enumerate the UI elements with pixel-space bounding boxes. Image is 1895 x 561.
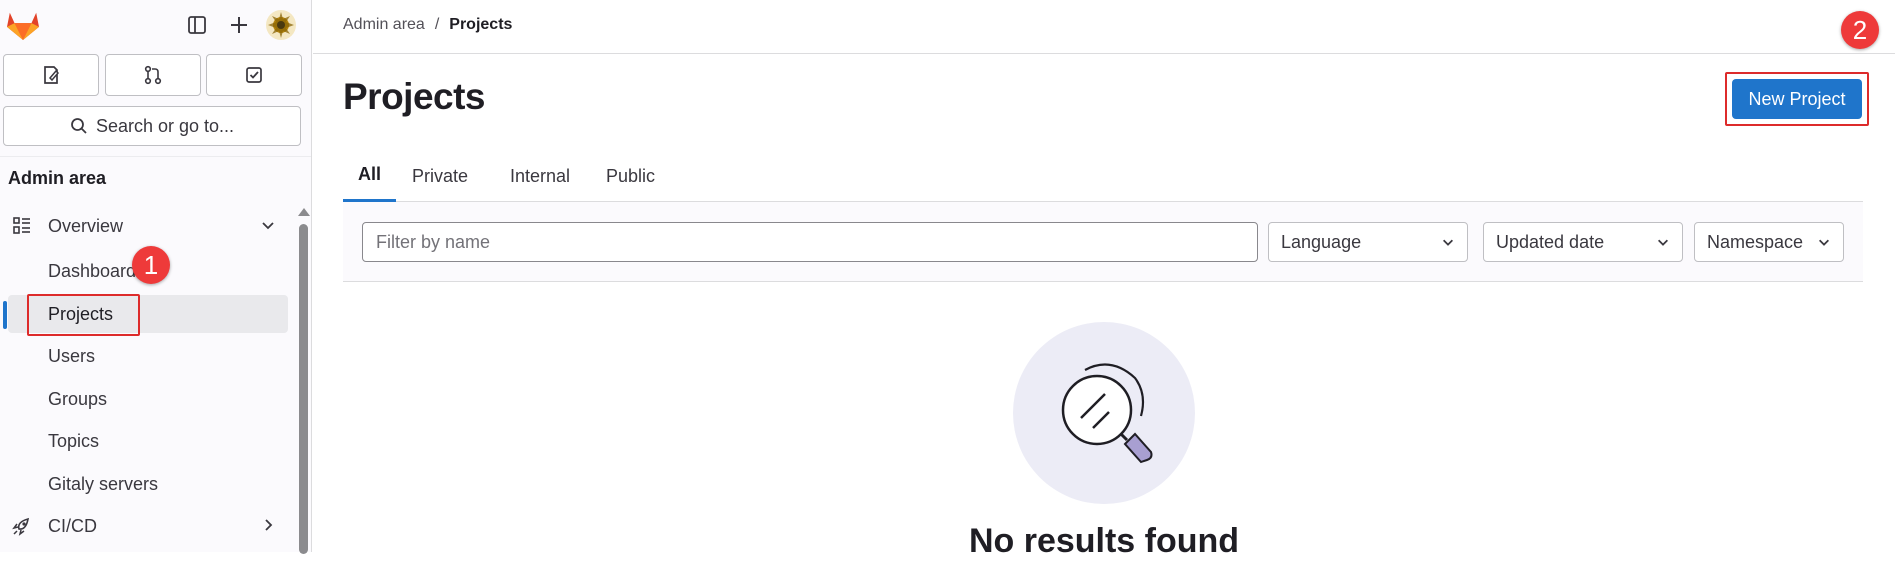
active-indicator (3, 301, 7, 329)
search-button-label: Search or go to... (95, 115, 235, 136)
issues-icon (44, 66, 60, 84)
sidebar-item-topics[interactable]: Topics (8, 422, 288, 460)
todo-icon (246, 67, 262, 83)
chevron-right-icon (265, 519, 273, 531)
filter-by-name-input[interactable] (362, 222, 1258, 262)
gitlab-logo-icon[interactable] (6, 9, 40, 41)
main-content: Admin area / Projects Projects New Proje… (313, 0, 1895, 560)
breadcrumb-admin-area[interactable]: Admin area (343, 16, 425, 34)
filter-bar: Language Updated date Namespace (343, 202, 1863, 282)
new-project-button[interactable]: New Project (1732, 79, 1862, 119)
rocket-icon (12, 516, 42, 536)
empty-state-title: No results found (968, 522, 1240, 560)
breadcrumb: Admin area / Projects (343, 16, 512, 34)
search-icon (71, 118, 87, 134)
sidebar-item-overview[interactable]: Overview (8, 207, 288, 245)
page-title: Projects (343, 76, 486, 117)
create-new-icon[interactable] (226, 12, 252, 38)
tab-internal[interactable]: Internal (495, 150, 585, 202)
namespace-dropdown[interactable]: Namespace (1694, 222, 1844, 262)
empty-state-illustration (1013, 322, 1195, 504)
sort-dropdown-label: Updated date (1496, 231, 1605, 252)
language-dropdown[interactable]: Language (1268, 222, 1468, 262)
tab-private[interactable]: Private (397, 150, 483, 202)
chevron-down-icon (1443, 239, 1453, 246)
sidebar-toggle-icon[interactable] (184, 12, 210, 38)
magnifier-icon (1061, 363, 1153, 464)
scrollbar-thumb[interactable] (299, 224, 308, 554)
user-avatar[interactable] (266, 10, 296, 40)
tab-public[interactable]: Public (591, 150, 670, 202)
breadcrumb-separator: / (434, 16, 440, 33)
chevron-down-icon (262, 222, 274, 230)
sidebar-item-users[interactable]: Users (8, 337, 288, 375)
sidebar-item-overview-label: Overview (48, 215, 124, 236)
sort-dropdown[interactable]: Updated date (1483, 222, 1683, 262)
language-dropdown-label: Language (1281, 231, 1362, 252)
overview-icon (12, 216, 42, 236)
sidebar-scrollbar[interactable] (297, 208, 310, 554)
namespace-dropdown-label: Namespace (1707, 231, 1804, 252)
todo-shortcut-button[interactable] (206, 54, 302, 96)
breadcrumb-projects[interactable]: Projects (449, 16, 512, 34)
chevron-down-icon (1658, 239, 1668, 246)
chevron-down-icon (1819, 239, 1829, 246)
sidebar-item-cicd-label: CI/CD (48, 515, 97, 536)
tab-all[interactable]: All (343, 150, 397, 202)
annotation-marker-2: 2 (1841, 11, 1879, 49)
merge-request-icon (144, 65, 162, 85)
annotation-marker-1: 1 (132, 246, 170, 284)
sidebar-section-title: Admin area (8, 168, 107, 188)
sidebar-item-projects[interactable]: Projects (8, 295, 288, 333)
sidebar-item-cicd[interactable]: CI/CD (8, 507, 288, 545)
issues-shortcut-button[interactable] (3, 54, 99, 96)
project-tabs: All Private Internal Public (343, 150, 1863, 202)
search-button[interactable]: Search or go to... (3, 106, 301, 146)
merge-requests-shortcut-button[interactable] (105, 54, 201, 96)
sidebar: Search or go to... Admin area Overview D… (0, 0, 312, 554)
sidebar-item-groups[interactable]: Groups (8, 380, 288, 418)
top-bar: Admin area / Projects (313, 0, 1895, 54)
scroll-up-icon[interactable] (298, 208, 310, 216)
sidebar-item-gitaly-servers[interactable]: Gitaly servers (8, 465, 288, 503)
sidebar-divider (0, 156, 311, 157)
